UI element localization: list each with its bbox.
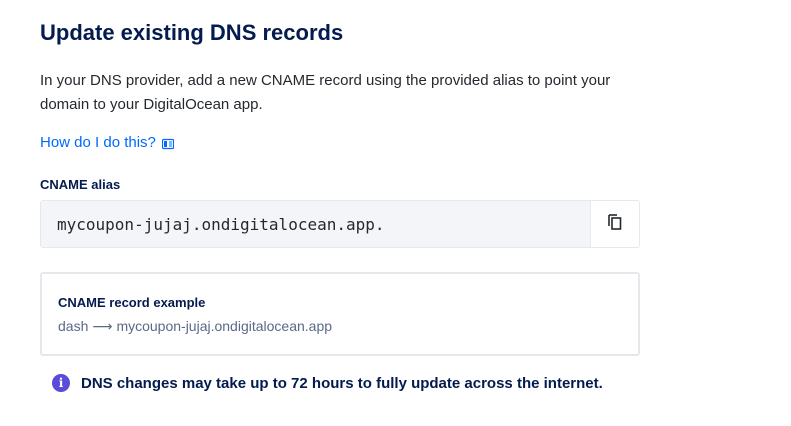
help-link[interactable]: How do I do this? <box>40 134 175 151</box>
cname-example-title: CNAME record example <box>58 295 206 310</box>
example-host: dash <box>58 318 89 334</box>
help-link-label: How do I do this? <box>40 134 156 151</box>
dns-propagation-notice: i DNS changes may take up to 72 hours to… <box>52 374 603 392</box>
copy-button[interactable] <box>591 201 639 247</box>
arrow-right-icon: ⟶ <box>92 318 113 334</box>
example-target: mycoupon-jujaj.ondigitalocean.app <box>116 318 333 334</box>
section-title: Update existing DNS records <box>40 20 344 45</box>
cname-example-box: CNAME record example dash ⟶ mycoupon-jujaj… <box>40 272 640 356</box>
section-description: In your DNS provider, add a new CNAME re… <box>40 72 611 113</box>
notice-text: DNS changes may take up to 72 hours to f… <box>81 374 603 392</box>
cname-example-record: dash ⟶ mycoupon-jujaj.ondigitalocean.app <box>58 318 332 335</box>
cname-alias-value[interactable]: mycoupon-jujaj.ondigitalocean.app. <box>41 201 591 247</box>
info-icon: i <box>52 374 70 392</box>
copy-icon <box>608 213 622 235</box>
book-icon <box>161 137 175 149</box>
cname-alias-field: mycoupon-jujaj.ondigitalocean.app. <box>40 200 640 248</box>
cname-alias-label: CNAME alias <box>40 177 121 192</box>
